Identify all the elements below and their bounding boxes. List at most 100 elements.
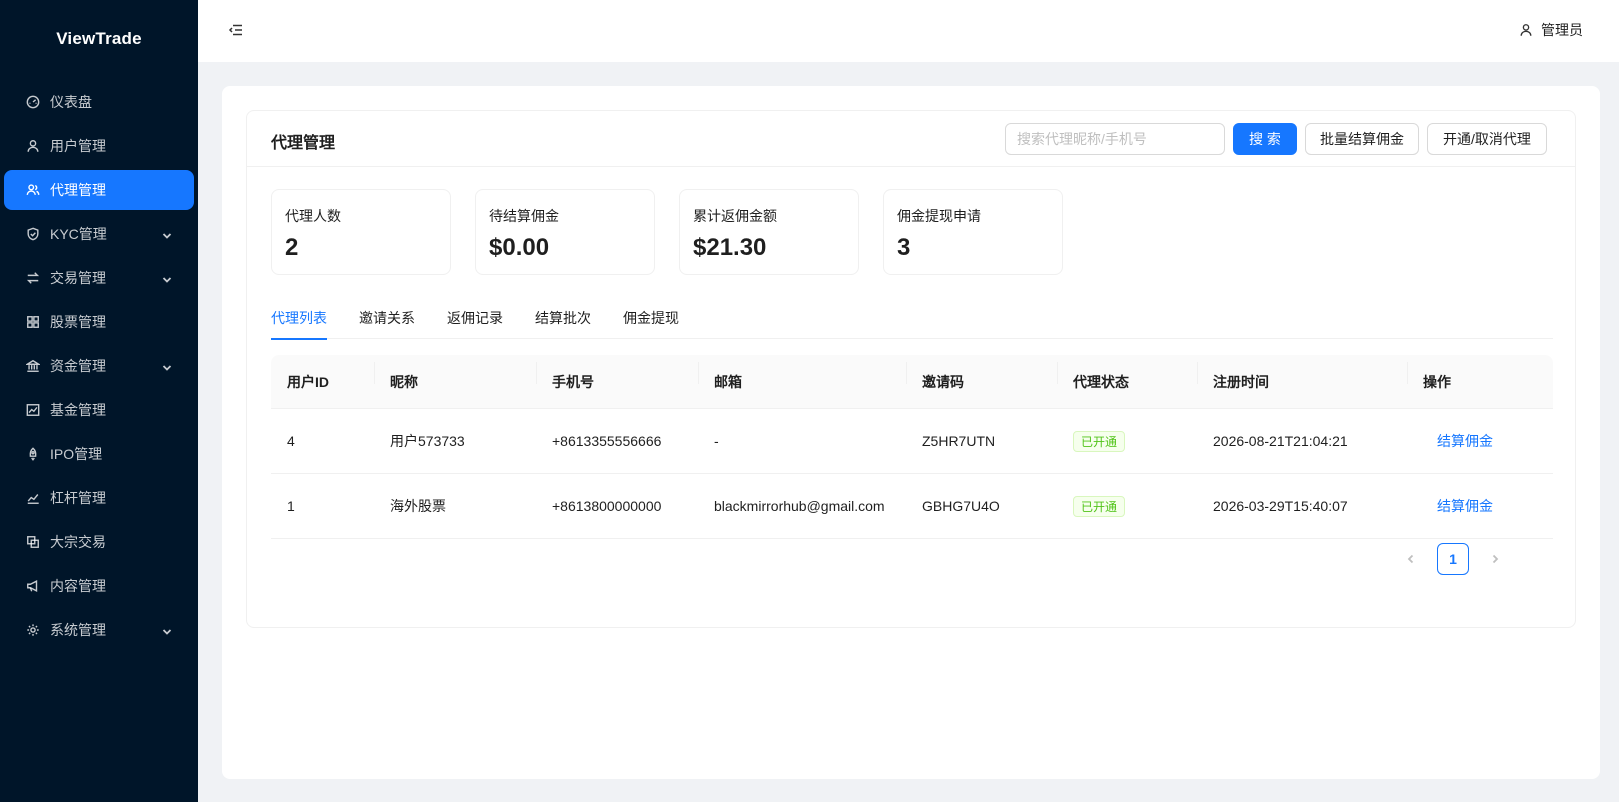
column-header: 邮箱 <box>698 361 906 392</box>
sidebar-item-label: 代理管理 <box>50 182 106 198</box>
cell-user-id: 4 <box>287 433 295 449</box>
agent-icon <box>26 183 40 197</box>
chevron-down-icon <box>162 360 172 371</box>
menu-fold-icon[interactable] <box>228 22 244 38</box>
sidebar-item-leverage[interactable]: 杠杆管理 <box>4 478 194 518</box>
tab-invite-relations[interactable]: 邀请关系 <box>359 297 415 339</box>
sidebar-item-users[interactable]: 用户管理 <box>4 126 194 166</box>
column-header: 用户ID <box>287 373 329 390</box>
sidebar-item-stocks[interactable]: 股票管理 <box>4 302 194 342</box>
cell-nickname: 海外股票 <box>390 498 446 514</box>
content-area: 代理管理 搜 索 批量结算佣金 开通/取消代理 代理人数 2 待结算佣金 $0.… <box>222 86 1600 779</box>
bank-icon <box>26 359 40 373</box>
table-header: 用户ID 昵称 手机号 邮箱 邀请码 代理状态 注册时间 操作 <box>271 355 1553 409</box>
sidebar-item-trading[interactable]: 交易管理 <box>4 258 194 298</box>
column-header: 代理状态 <box>1057 361 1197 392</box>
settle-commission-link[interactable]: 结算佣金 <box>1423 433 1493 449</box>
cell-email: - <box>714 433 719 449</box>
stat-value: $21.30 <box>693 234 767 261</box>
sidebar-item-ipo[interactable]: IPO管理 <box>4 434 194 474</box>
cell-phone: +8613800000000 <box>552 498 662 514</box>
column-header: 昵称 <box>374 361 536 392</box>
prev-page-icon[interactable] <box>1399 543 1423 575</box>
batch-settle-button[interactable]: 批量结算佣金 <box>1305 123 1419 155</box>
chevron-down-icon <box>162 272 172 283</box>
sidebar-item-label: 仪表盘 <box>50 94 92 110</box>
sidebar-item-label: 用户管理 <box>50 138 106 154</box>
user-menu[interactable]: 管理员 <box>1519 20 1583 40</box>
user-icon <box>26 139 40 153</box>
gear-icon <box>26 623 40 637</box>
stat-label: 代理人数 <box>285 208 341 224</box>
sidebar-item-label: KYC管理 <box>50 226 107 242</box>
chevron-down-icon <box>162 624 172 635</box>
agent-table: 用户ID 昵称 手机号 邮箱 邀请码 代理状态 注册时间 操作 4 用户5737… <box>271 355 1553 539</box>
agent-management-card: 代理管理 搜 索 批量结算佣金 开通/取消代理 代理人数 2 待结算佣金 $0.… <box>246 110 1576 628</box>
sidebar: ViewTrade 仪表盘 用户管理 代理管理 KYC管理 交易管理 股票管理 <box>0 0 198 802</box>
cell-status: 已开通 <box>1057 430 1197 452</box>
stat-card-total-rebate: 累计返佣金额 $21.30 <box>679 189 859 275</box>
search-button[interactable]: 搜 索 <box>1233 123 1297 155</box>
toggle-agent-button[interactable]: 开通/取消代理 <box>1427 123 1547 155</box>
stat-label: 累计返佣金额 <box>693 208 777 224</box>
tab-rebate-records[interactable]: 返佣记录 <box>447 297 503 339</box>
sidebar-item-label: 内容管理 <box>50 578 106 594</box>
megaphone-icon <box>26 579 40 593</box>
dashboard-icon <box>26 95 40 109</box>
sidebar-item-system[interactable]: 系统管理 <box>4 610 194 650</box>
sidebar-item-content[interactable]: 内容管理 <box>4 566 194 606</box>
cell-invite-code: GBHG7U4O <box>922 498 1000 514</box>
stat-label: 佣金提现申请 <box>897 208 981 224</box>
next-page-icon[interactable] <box>1483 543 1507 575</box>
sidebar-item-label: 交易管理 <box>50 270 106 286</box>
column-header: 注册时间 <box>1197 361 1407 392</box>
card-header: 代理管理 搜 索 批量结算佣金 开通/取消代理 <box>247 111 1575 167</box>
sidebar-menu: 仪表盘 用户管理 代理管理 KYC管理 交易管理 股票管理 资金管理 基金管理 … <box>0 82 198 650</box>
rocket-icon <box>26 447 40 461</box>
cell-action: 结算佣金 <box>1407 496 1553 516</box>
sidebar-item-label: 大宗交易 <box>50 534 106 550</box>
settle-commission-link[interactable]: 结算佣金 <box>1423 498 1493 514</box>
cell-nickname: 用户573733 <box>390 433 465 449</box>
sidebar-item-agents[interactable]: 代理管理 <box>4 170 194 210</box>
stat-card-pending-commission: 待结算佣金 $0.00 <box>475 189 655 275</box>
tab-agent-list[interactable]: 代理列表 <box>271 297 327 340</box>
tab-settlement-batches[interactable]: 结算批次 <box>535 297 591 339</box>
stat-value: 2 <box>285 234 299 261</box>
cell-action: 结算佣金 <box>1407 431 1553 451</box>
top-header: 管理员 <box>198 0 1619 62</box>
cell-invite-code: Z5HR7UTN <box>922 433 996 449</box>
stat-card-agent-count: 代理人数 2 <box>271 189 451 275</box>
table-row: 4 用户573733 +8613355556666 - Z5HR7UTN 已开通… <box>271 409 1553 474</box>
sidebar-item-label: 杠杆管理 <box>50 490 106 506</box>
user-icon <box>1520 24 1532 36</box>
shield-check-icon <box>26 227 40 241</box>
line-chart-icon <box>26 491 40 505</box>
chevron-down-icon <box>162 228 172 239</box>
sidebar-item-kyc[interactable]: KYC管理 <box>4 214 194 254</box>
cell-registered: 2026-03-29T15:40:07 <box>1213 498 1348 514</box>
cell-phone: +8613355556666 <box>552 433 662 449</box>
cell-status: 已开通 <box>1057 495 1197 517</box>
stats-row: 代理人数 2 待结算佣金 $0.00 累计返佣金额 $21.30 佣金提现申请 … <box>271 189 1063 275</box>
sidebar-item-fund-management[interactable]: 基金管理 <box>4 390 194 430</box>
table-row: 1 海外股票 +8613800000000 blackmirrorhub@gma… <box>271 474 1553 539</box>
pagination: 1 <box>1399 543 1507 575</box>
sidebar-item-dashboard[interactable]: 仪表盘 <box>4 82 194 122</box>
search-input[interactable] <box>1005 123 1225 155</box>
cell-user-id: 1 <box>287 498 295 514</box>
tab-bar: 代理列表 邀请关系 返佣记录 结算批次 佣金提现 <box>271 297 1553 340</box>
cell-email: blackmirrorhub@gmail.com <box>714 498 885 514</box>
sidebar-item-funds[interactable]: 资金管理 <box>4 346 194 386</box>
tab-commission-withdraw[interactable]: 佣金提现 <box>623 297 679 339</box>
stat-card-withdraw-requests: 佣金提现申请 3 <box>883 189 1063 275</box>
column-header: 操作 <box>1407 361 1553 392</box>
sidebar-item-label: 资金管理 <box>50 358 106 374</box>
column-header: 手机号 <box>536 361 698 392</box>
page-number[interactable]: 1 <box>1437 543 1469 575</box>
fund-chart-icon <box>26 403 40 417</box>
sidebar-item-block-trade[interactable]: 大宗交易 <box>4 522 194 562</box>
column-header: 邀请码 <box>906 361 1057 392</box>
status-badge: 已开通 <box>1073 430 1126 452</box>
sidebar-item-label: IPO管理 <box>50 446 103 462</box>
